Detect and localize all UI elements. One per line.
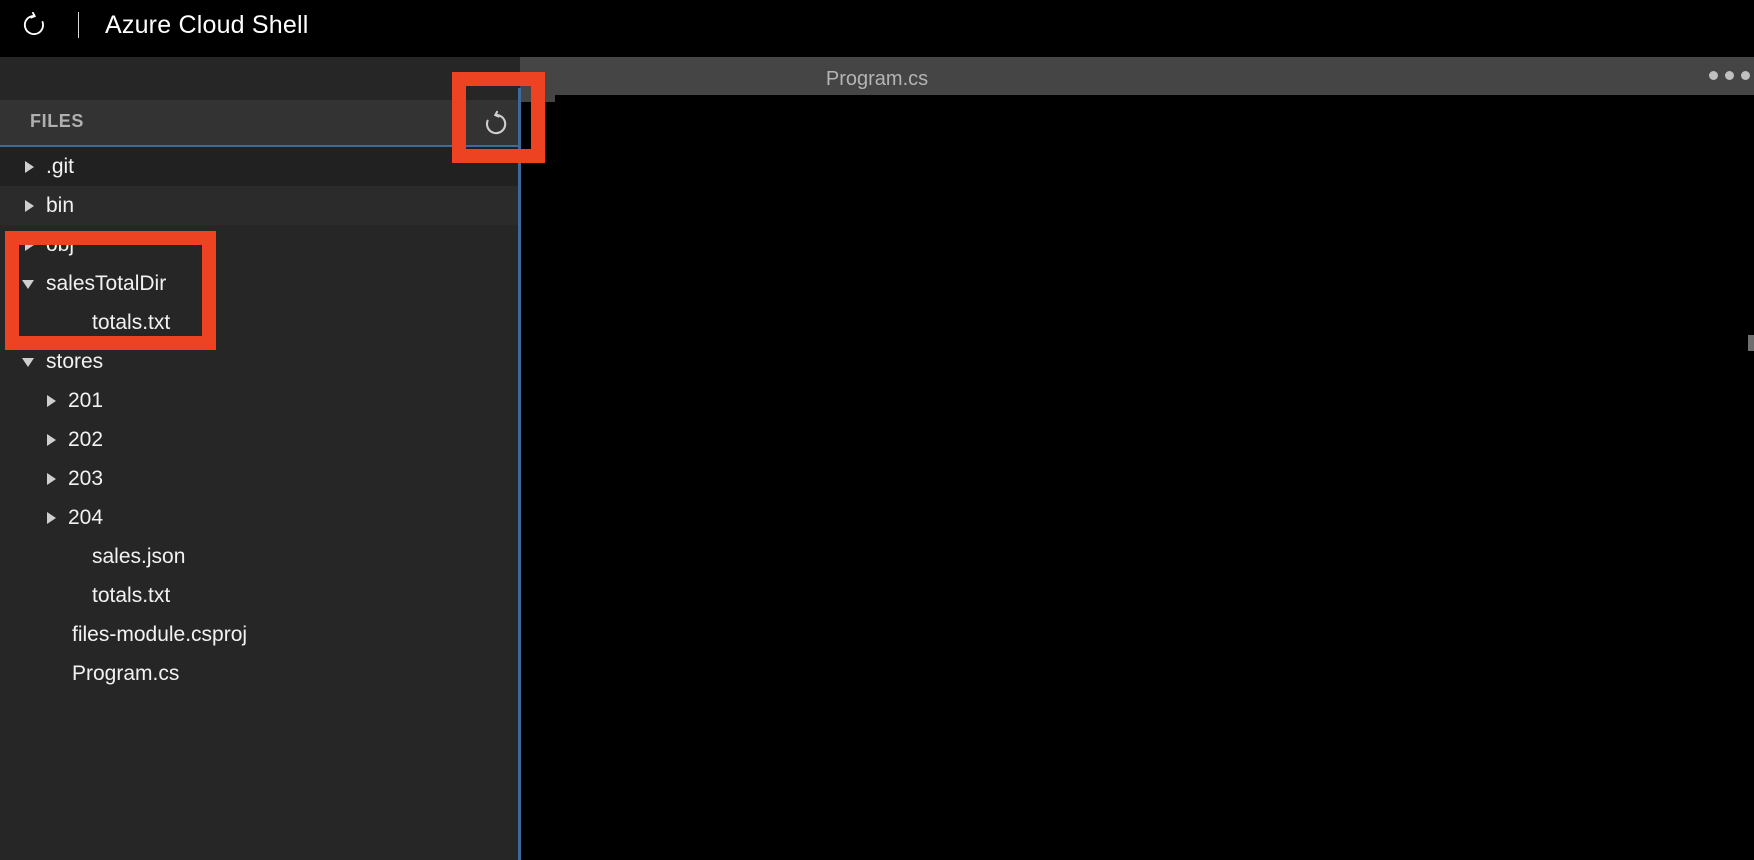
tree-item-salestotaldir[interactable]: salesTotalDir bbox=[0, 264, 520, 303]
ellipsis-dot bbox=[1709, 71, 1718, 80]
tree-item-label: files-module.csproj bbox=[72, 623, 248, 646]
tree-item-204[interactable]: 204 bbox=[0, 498, 520, 537]
chevron-right-icon[interactable] bbox=[22, 159, 38, 175]
restart-shell-icon[interactable] bbox=[16, 7, 52, 43]
tree-item-stores-totals-txt[interactable]: totals.txt bbox=[0, 576, 520, 615]
tree-item-label: stores bbox=[46, 350, 104, 373]
tree-item-program-cs[interactable]: Program.cs bbox=[0, 654, 520, 693]
cloud-shell-window: Azure Cloud Shell Program.cs FILES .git bbox=[0, 0, 1754, 860]
tree-item-git[interactable]: .git bbox=[0, 147, 520, 186]
ellipsis-icon[interactable] bbox=[1709, 71, 1750, 80]
code-editor-area[interactable] bbox=[555, 95, 1754, 860]
panel-divider[interactable] bbox=[518, 88, 521, 860]
files-panel-header: FILES bbox=[0, 100, 520, 145]
tree-item-label: totals.txt bbox=[92, 311, 171, 334]
chevron-down-icon[interactable] bbox=[22, 276, 38, 292]
tree-item-label: Program.cs bbox=[72, 662, 180, 685]
files-header-label: FILES bbox=[30, 111, 85, 131]
tree-item-label: salesTotalDir bbox=[46, 272, 167, 295]
title-separator bbox=[78, 12, 79, 38]
tree-item-label: 204 bbox=[68, 506, 104, 529]
page-title: Azure Cloud Shell bbox=[105, 10, 309, 39]
files-panel: FILES .git bin obj salesTotalDir totals.… bbox=[0, 57, 520, 860]
tree-item-label: sales.json bbox=[92, 545, 186, 568]
tree-item-label: 202 bbox=[68, 428, 104, 451]
chevron-right-icon[interactable] bbox=[44, 510, 60, 526]
shell-top-bar: Azure Cloud Shell bbox=[0, 0, 1754, 50]
chevron-down-icon[interactable] bbox=[22, 354, 38, 370]
tree-item-obj[interactable]: obj bbox=[0, 225, 520, 264]
tree-item-label: .git bbox=[46, 155, 75, 178]
file-icon bbox=[68, 549, 84, 565]
file-icon bbox=[68, 315, 84, 331]
file-icon bbox=[68, 588, 84, 604]
tree-item-203[interactable]: 203 bbox=[0, 459, 520, 498]
tree-item-files-module-csproj[interactable]: files-module.csproj bbox=[0, 615, 520, 654]
file-tree: .git bin obj salesTotalDir totals.txt st bbox=[0, 147, 520, 693]
file-icon bbox=[48, 666, 64, 682]
tree-item-bin[interactable]: bin bbox=[0, 186, 520, 225]
file-icon bbox=[48, 627, 64, 643]
tree-item-sales-json[interactable]: sales.json bbox=[0, 537, 520, 576]
tree-item-201[interactable]: 201 bbox=[0, 381, 520, 420]
tree-item-salestotaldir-totals-txt[interactable]: totals.txt bbox=[0, 303, 520, 342]
chevron-right-icon[interactable] bbox=[22, 237, 38, 253]
ellipsis-dot bbox=[1725, 71, 1734, 80]
tree-item-label: obj bbox=[46, 233, 75, 256]
tree-item-label: 203 bbox=[68, 467, 104, 490]
tree-item-label: totals.txt bbox=[92, 584, 171, 607]
chevron-right-icon[interactable] bbox=[44, 471, 60, 487]
chevron-right-icon[interactable] bbox=[44, 432, 60, 448]
tree-item-stores[interactable]: stores bbox=[0, 342, 520, 381]
tree-item-label: bin bbox=[46, 194, 75, 217]
refresh-files-icon[interactable] bbox=[476, 107, 516, 141]
ellipsis-dot bbox=[1741, 71, 1750, 80]
chevron-right-icon[interactable] bbox=[44, 393, 60, 409]
editor-scrollbar-thumb[interactable] bbox=[1748, 335, 1754, 351]
tree-item-label: 201 bbox=[68, 389, 104, 412]
tree-item-202[interactable]: 202 bbox=[0, 420, 520, 459]
chevron-right-icon[interactable] bbox=[22, 198, 38, 214]
